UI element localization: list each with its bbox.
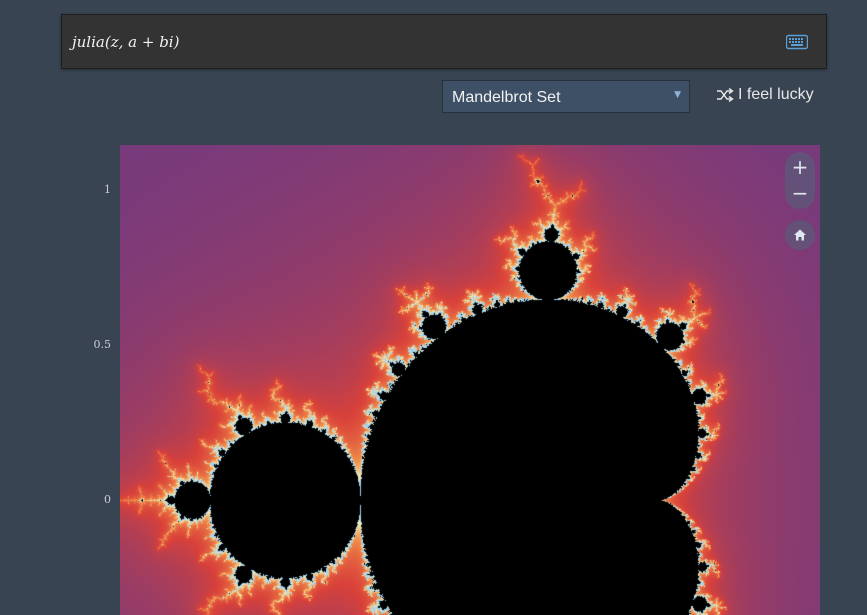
zoom-in-icon[interactable]: + <box>785 154 815 180</box>
shuffle-icon <box>717 87 734 103</box>
preset-select[interactable]: Mandelbrot Set ▼ <box>442 80 690 113</box>
zoom-controls: + − <box>785 152 815 209</box>
fractal-canvas[interactable] <box>120 145 820 615</box>
preset-select-value: Mandelbrot Set <box>452 89 561 106</box>
y-tick-label: 0.5 <box>93 338 112 351</box>
zoom-out-icon[interactable]: − <box>785 180 815 206</box>
y-tick-label: 1 <box>104 183 111 196</box>
y-tick-label: 0 <box>104 493 111 506</box>
feel-lucky-button[interactable]: I feel lucky <box>716 86 814 108</box>
chevron-down-icon: ▼ <box>674 90 681 100</box>
home-button[interactable] <box>785 220 815 250</box>
formula-input[interactable]: julia(z, a + bi) <box>61 14 827 69</box>
home-icon <box>794 229 806 241</box>
feel-lucky-label: I feel lucky <box>738 86 814 103</box>
fractal-plot[interactable] <box>120 145 820 615</box>
keyboard-icon[interactable] <box>785 34 809 50</box>
formula-expression[interactable]: julia(z, a + bi) <box>72 33 179 51</box>
